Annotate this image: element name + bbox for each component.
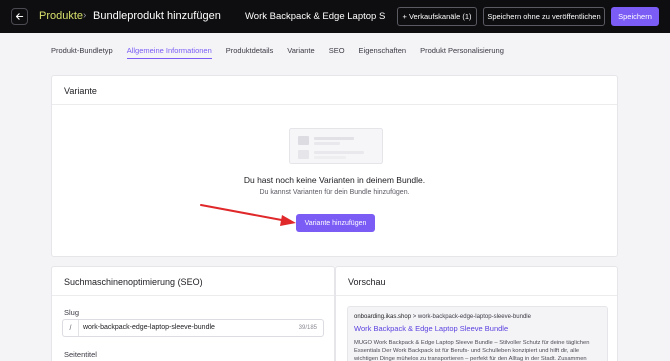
slug-label: Slug xyxy=(64,308,80,317)
variant-card-title: Variante xyxy=(64,86,97,96)
red-arrow-annotation xyxy=(200,204,296,226)
add-variant-button[interactable]: Variante hinzufügen xyxy=(296,214,375,232)
slug-input[interactable]: / work-backpack-edge-laptop-sleeve-bundl… xyxy=(62,319,324,337)
page-title-label: Seitentitel xyxy=(64,350,97,359)
variant-card: Variante Du hast noch keine Varianten in… xyxy=(51,75,618,257)
card-divider xyxy=(52,295,334,296)
top-bar: Produkte › Bundleprodukt hinzufügen Work… xyxy=(0,0,670,33)
search-preview: onboarding.ikas.shop > work-backpack-edg… xyxy=(347,306,608,361)
product-name: Work Backpack & Edge Laptop Sle xyxy=(245,11,385,22)
breadcrumb-products-link[interactable]: Produkte xyxy=(39,10,83,22)
tab-seo[interactable]: SEO xyxy=(329,46,345,60)
tab-product-details[interactable]: Produktdetails xyxy=(226,46,274,60)
preview-domain: onboarding.ikas.shop xyxy=(354,314,412,320)
preview-card-title: Vorschau xyxy=(348,277,386,287)
breadcrumb-separator: › xyxy=(83,10,87,21)
tab-bar: Produkt-Bundletyp Allgemeine Information… xyxy=(51,46,518,60)
empty-state-illustration xyxy=(289,128,383,164)
slug-value: work-backpack-edge-laptop-sleeve-bundle xyxy=(83,324,215,331)
back-button[interactable] xyxy=(11,8,28,25)
empty-state-title: Du hast noch keine Varianten in deinem B… xyxy=(243,175,426,185)
preview-url: onboarding.ikas.shop > work-backpack-edg… xyxy=(354,314,531,320)
card-divider xyxy=(52,104,617,105)
card-divider xyxy=(336,295,617,296)
tab-variant[interactable]: Variante xyxy=(287,46,314,60)
tab-product-bundle-type[interactable]: Produkt-Bundletyp xyxy=(51,46,113,60)
seo-card: Suchmaschinenoptimierung (SEO) Slug / wo… xyxy=(51,266,335,361)
slug-character-count: 39/185 xyxy=(298,325,317,331)
preview-card: Vorschau onboarding.ikas.shop > work-bac… xyxy=(335,266,618,361)
preview-path: > work-backpack-edge-laptop-sleeve-bundl… xyxy=(411,314,531,320)
empty-state-subtitle: Du kannst Varianten für dein Bundle hinz… xyxy=(259,189,410,196)
tab-product-personalization[interactable]: Produkt Personalisierung xyxy=(420,46,504,60)
tab-general-information[interactable]: Allgemeine Informationen xyxy=(126,46,212,60)
tab-properties[interactable]: Eigenschaften xyxy=(359,46,407,60)
slug-prefix: / xyxy=(63,320,79,336)
sales-channels-button[interactable]: + Verkaufskanäle (1) xyxy=(397,7,477,26)
save-button[interactable]: Speichern xyxy=(611,7,659,26)
seo-card-title: Suchmaschinenoptimierung (SEO) xyxy=(64,277,203,287)
save-without-publish-button[interactable]: Speichern ohne zu veröffentlichen xyxy=(483,7,605,26)
arrow-left-icon xyxy=(15,13,24,20)
preview-title-link: Work Backpack & Edge Laptop Sleeve Bundl… xyxy=(354,324,509,333)
page-title: Bundleprodukt hinzufügen xyxy=(93,10,221,22)
preview-description: MUGO Work Backpack & Edge Laptop Sleeve … xyxy=(354,340,590,361)
